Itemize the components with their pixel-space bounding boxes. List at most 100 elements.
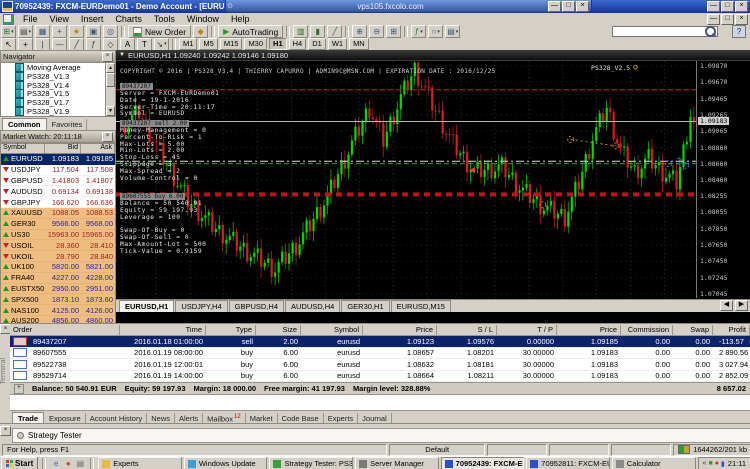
market-watch-row[interactable]: UKOIL28.79028.840 <box>1 251 115 262</box>
taskbar-button[interactable]: 70952439: FXCM-EUR... <box>441 457 525 469</box>
taskbar-button[interactable]: 70952811: FXCM-EURD... <box>526 457 610 469</box>
chevron-down-icon[interactable]: ▼ <box>119 52 125 58</box>
help-button[interactable]: ? <box>732 25 746 38</box>
chart-tab-usdjpy-h4[interactable]: USDJPY,H4 <box>175 300 227 312</box>
market-watch-icon[interactable]: ▦ <box>35 25 50 38</box>
chart-tab-gbpusd-h4[interactable]: GBPUSD,H4 <box>229 300 284 312</box>
chart-tab-ger30-h1[interactable]: GER30,H1 <box>341 300 389 312</box>
taskbar-button[interactable]: Server Manager <box>355 457 439 469</box>
order-row[interactable]: 895297142016.01.19 14:00:00buy6.00eurusd… <box>10 371 750 383</box>
timeframe-m30[interactable]: M30 <box>244 38 267 50</box>
navigator-item[interactable]: PS328_V1.3 <box>1 72 115 81</box>
data-window-icon[interactable]: + <box>52 25 67 38</box>
rdp-close-button[interactable]: × <box>576 1 589 12</box>
taskbar-button[interactable]: Experts <box>98 457 182 469</box>
column-header[interactable]: Type <box>206 325 256 335</box>
tabs-scroll-left-icon[interactable]: ◀ <box>720 300 733 311</box>
column-header[interactable]: Size <box>256 325 301 335</box>
column-header[interactable]: Price <box>557 325 621 335</box>
tray-alert-icon[interactable]: ● <box>715 460 719 467</box>
menu-tools[interactable]: Tools <box>148 14 181 24</box>
chart-tab-audusd-h4[interactable]: AUDUSD,H4 <box>285 300 340 312</box>
object-label[interactable]: 89437207 sell 2.00 <box>120 120 189 127</box>
templates-icon[interactable]: ▤▾ <box>445 25 460 38</box>
order-row[interactable]: 894372072016.01.18 01:00:00sell2.00eurus… <box>10 336 750 348</box>
navigator-tab-common[interactable]: Common <box>2 118 47 130</box>
child-restore-button[interactable]: □ <box>721 14 734 25</box>
tray-network-icon[interactable]: ▮ <box>721 460 725 468</box>
pin-icon[interactable]: ⊙ <box>226 2 234 10</box>
navigator-item[interactable]: PS328_V1.7 <box>1 98 115 107</box>
menu-window[interactable]: Window <box>181 14 225 24</box>
column-header[interactable]: Commission <box>621 325 673 335</box>
timeframe-d1[interactable]: D1 <box>308 38 326 50</box>
object-label[interactable]: 89437207 <box>120 83 153 90</box>
column-header[interactable]: T / P <box>497 325 557 335</box>
chart-window-icon[interactable] <box>3 14 14 25</box>
price-axis[interactable]: 1.098701.096701.094651.092651.090651.088… <box>696 61 750 299</box>
zoom-out-icon[interactable]: ⊖ <box>369 25 384 38</box>
market-watch-row[interactable]: USDJPY117.504117.508 <box>1 165 115 176</box>
market-watch-row[interactable]: NAS1004125.004126.00 <box>1 305 115 316</box>
tabs-scroll-right-icon[interactable]: ▶ <box>735 300 748 311</box>
arrows-icon[interactable]: ↘▾ <box>154 38 169 51</box>
column-header[interactable]: Symbol <box>301 325 363 335</box>
candlestick-icon[interactable]: ▮ <box>310 25 325 38</box>
horizontal-line-icon[interactable]: — <box>52 38 67 51</box>
zoom-in-icon[interactable]: ⊕ <box>352 25 367 38</box>
menu-view[interactable]: View <box>44 14 75 24</box>
child-minimize-button[interactable]: — <box>707 14 720 25</box>
scroll-up-icon[interactable]: ▲ <box>106 63 115 73</box>
market-watch-row[interactable]: XAUUSD1088.051088.53 <box>1 208 115 219</box>
chart-title-bar[interactable]: ▼ EURUSD,H1 1.09240 1.09242 1.09146 1.09… <box>116 50 750 61</box>
market-watch-close-icon[interactable]: × <box>102 132 113 142</box>
tester-close-icon[interactable]: × <box>0 426 11 436</box>
navigator-item[interactable]: PS328_V1.5 <box>1 89 115 98</box>
market-watch-row[interactable]: EURUSD1.091831.09185 <box>1 154 115 165</box>
taskbar-button[interactable]: Strategy Tester: PS328... <box>269 457 353 469</box>
navigator-close-icon[interactable]: × <box>102 52 113 62</box>
fibonacci-icon[interactable]: ƒ <box>86 38 101 51</box>
tile-windows-icon[interactable]: ⊞ <box>386 25 401 38</box>
timeframe-m5[interactable]: M5 <box>199 38 217 50</box>
show-desktop-icon[interactable]: ▤ <box>74 458 86 469</box>
market-watch-row[interactable]: US3015963.0015965.00 <box>1 230 115 241</box>
orders-table-header[interactable]: OrderTimeTypeSizeSymbolPriceS / LT / PPr… <box>10 324 750 336</box>
market-watch-row[interactable]: GBPJPY166.620166.636 <box>1 197 115 208</box>
trendline-icon[interactable]: ╱ <box>69 38 84 51</box>
order-row[interactable]: 895227382016.01.19 12:00:01buy6.00eurusd… <box>10 359 750 371</box>
taskbar-button[interactable]: Windows Update <box>184 457 268 469</box>
browser-icon[interactable]: ● <box>62 458 74 469</box>
child-close-button[interactable]: × <box>735 14 748 25</box>
search-input[interactable] <box>612 26 718 37</box>
menu-file[interactable]: File <box>17 14 44 24</box>
chart-tab-eurusd-m15[interactable]: EURUSD,M15 <box>391 300 451 312</box>
rdp-minimize-button[interactable]: — <box>548 1 561 12</box>
navigator-item[interactable]: PS328_V1.4 <box>1 81 115 90</box>
menu-charts[interactable]: Charts <box>109 14 148 24</box>
restore-button[interactable]: □ <box>721 1 734 12</box>
navigator-item[interactable]: PS328_V1.9 <box>1 107 115 116</box>
periods-icon[interactable]: ○▾ <box>428 25 443 38</box>
bar-chart-icon[interactable]: ▥ <box>293 25 308 38</box>
status-profile[interactable]: Default <box>389 444 485 456</box>
timeframe-h1[interactable]: H1 <box>269 38 287 50</box>
strategy-tester-icon[interactable]: ◎ <box>103 25 118 38</box>
column-header[interactable]: Order <box>10 325 120 335</box>
menu-help[interactable]: Help <box>225 14 256 24</box>
scroll-down-icon[interactable]: ▼ <box>106 106 115 116</box>
taskbar-button[interactable]: Calculator <box>612 457 696 469</box>
crosshair-icon[interactable]: + <box>18 38 33 51</box>
vertical-line-icon[interactable]: | <box>35 38 50 51</box>
column-header[interactable]: Price <box>363 325 437 335</box>
label-icon[interactable]: T <box>137 38 152 51</box>
chart-tab-eurusd-h1[interactable]: EURUSD,H1 <box>119 300 174 312</box>
column-header[interactable]: Profit <box>713 325 750 335</box>
terminal-icon[interactable]: ▣ <box>86 25 101 38</box>
cursor-icon[interactable]: ↖ <box>1 38 16 51</box>
navigator-scrollbar[interactable]: ▲ ▼ <box>105 63 115 116</box>
sound-icon[interactable]: ◆ <box>193 25 208 38</box>
text-icon[interactable]: A <box>120 38 135 51</box>
expand-icon[interactable]: + <box>14 384 24 394</box>
scroll-thumb[interactable] <box>106 73 115 87</box>
